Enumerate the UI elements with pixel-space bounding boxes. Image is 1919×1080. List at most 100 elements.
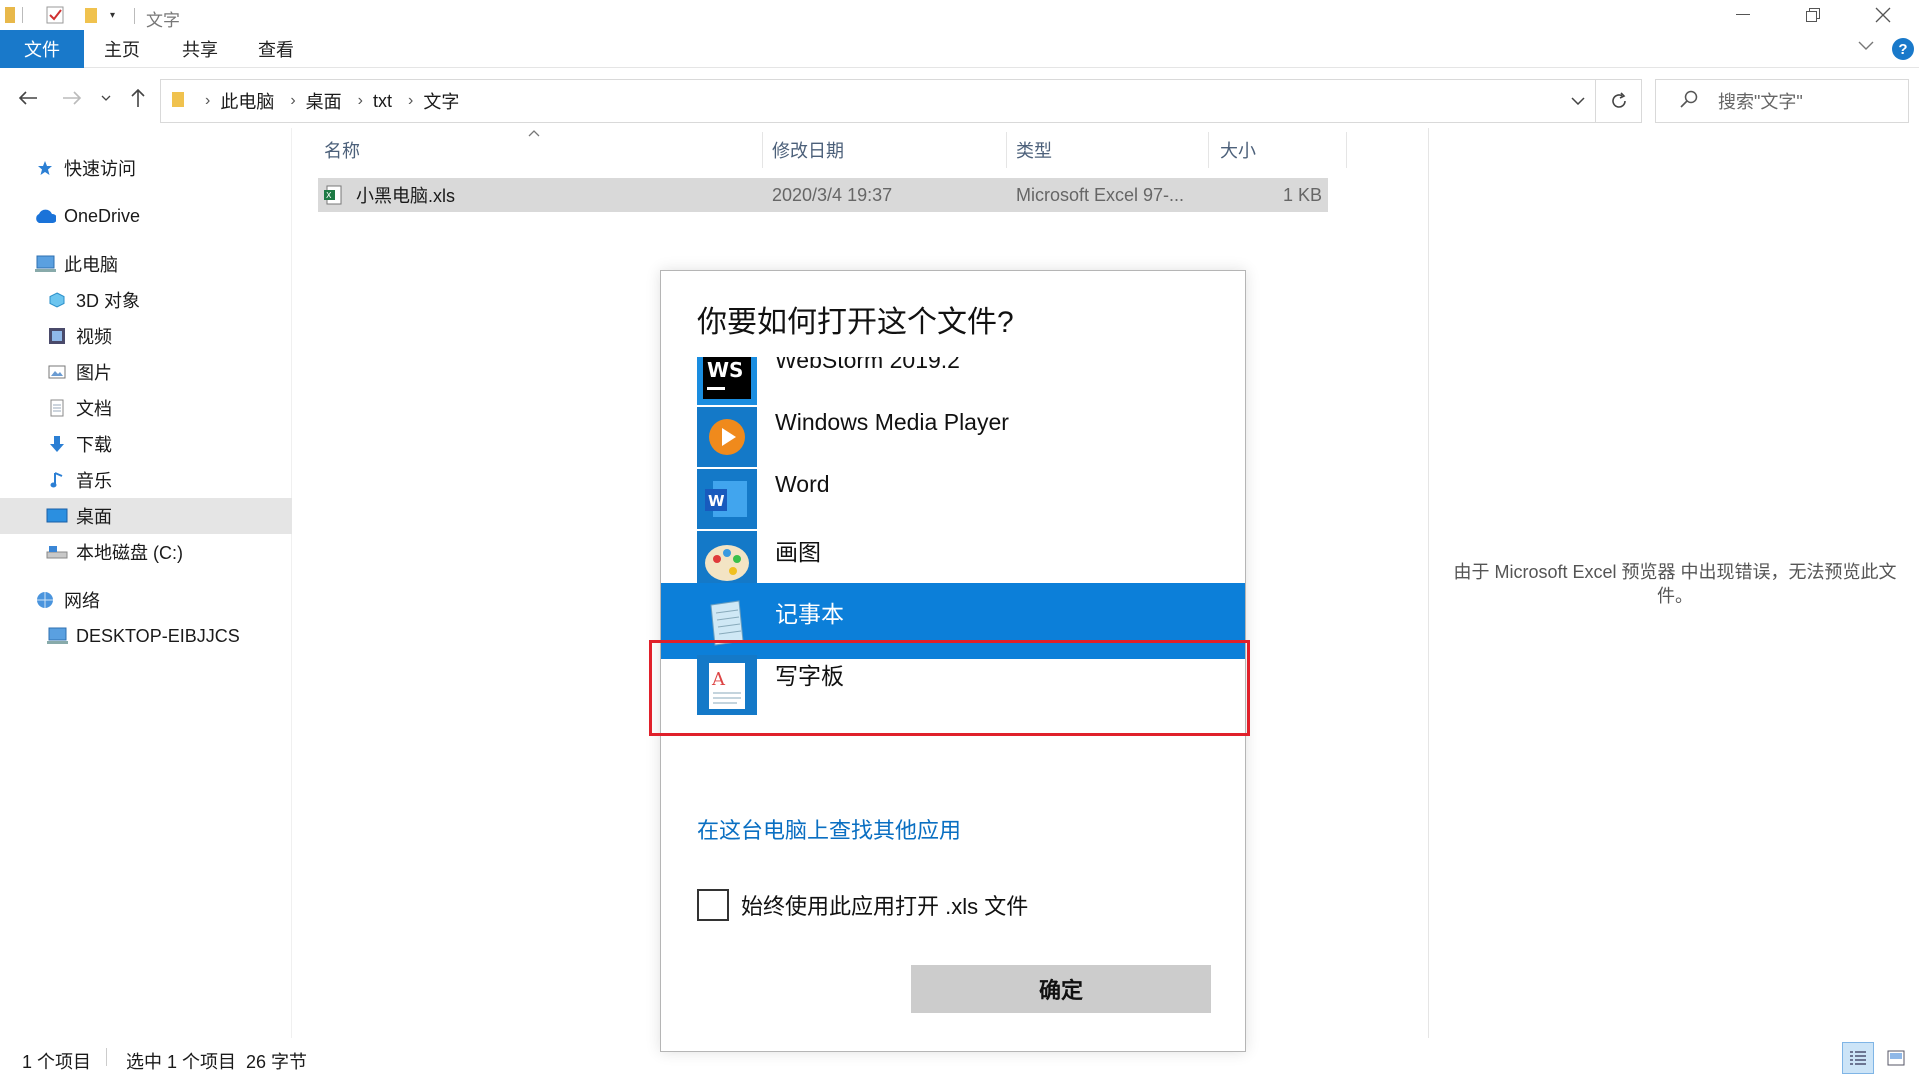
- large-icons-view-icon[interactable]: [1880, 1042, 1912, 1074]
- excel-file-icon: X: [324, 185, 342, 210]
- svg-text:X: X: [326, 191, 332, 200]
- media-player-icon: [697, 407, 757, 467]
- customize-quick-access-icon[interactable]: ▾: [110, 6, 115, 24]
- ok-button[interactable]: 确定: [911, 965, 1211, 1013]
- sidebar-item-label: 3D 对象: [76, 291, 141, 311]
- selection-info: 选中 1 个项目 26 字节: [126, 1052, 308, 1072]
- sort-ascending-icon: [528, 126, 540, 140]
- sidebar-item-label: 桌面: [76, 507, 112, 527]
- sidebar-item-documents[interactable]: 文档: [0, 390, 292, 426]
- document-icon: [46, 399, 68, 417]
- sidebar-item-onedrive[interactable]: OneDrive: [0, 198, 292, 234]
- sidebar-item-music[interactable]: 音乐: [0, 462, 292, 498]
- tab-home[interactable]: 主页: [92, 30, 152, 68]
- sidebar-item-label: 图片: [76, 363, 112, 383]
- always-use-label: 始终使用此应用打开 .xls 文件: [741, 894, 1029, 919]
- app-name: WebStorm 2019.2: [775, 357, 960, 373]
- refresh-button[interactable]: [1596, 79, 1642, 123]
- music-note-icon: [46, 471, 68, 489]
- highlight-box: [649, 640, 1250, 736]
- film-icon: [46, 327, 68, 345]
- tab-view[interactable]: 查看: [246, 30, 306, 68]
- forward-button[interactable]: [56, 82, 88, 114]
- column-header-type[interactable]: 类型: [1016, 132, 1052, 168]
- sidebar-item-label: 下载: [76, 435, 112, 455]
- search-placeholder: 搜索"文字": [1718, 92, 1803, 112]
- app-name: 画图: [775, 539, 821, 565]
- app-name: Word: [775, 471, 830, 497]
- sidebar-item-local-disk[interactable]: 本地磁盘 (C:): [0, 534, 292, 570]
- file-size: 1 KB: [1282, 184, 1322, 205]
- breadcrumb-this-pc[interactable]: 此电脑: [220, 88, 274, 114]
- title-bar: ▾ 文字: [0, 0, 1919, 30]
- address-bar[interactable]: › 此电脑 › 桌面 › txt › 文字: [160, 79, 1596, 123]
- sidebar-item-label: 本地磁盘 (C:): [76, 543, 183, 563]
- computer-icon: [46, 627, 68, 645]
- app-name: Windows Media Player: [775, 409, 1009, 435]
- column-header-size[interactable]: 大小: [1220, 132, 1256, 168]
- sidebar-item-3d-objects[interactable]: 3D 对象: [0, 282, 292, 318]
- folder-icon[interactable]: [4, 6, 16, 24]
- help-icon[interactable]: ?: [1892, 38, 1914, 60]
- column-divider[interactable]: [1208, 132, 1209, 168]
- recent-locations-icon[interactable]: [96, 82, 116, 114]
- minimize-button[interactable]: [1715, 0, 1771, 30]
- details-view-icon[interactable]: [1842, 1042, 1874, 1074]
- column-divider[interactable]: [1346, 132, 1347, 168]
- chevron-right-icon[interactable]: ›: [358, 92, 363, 110]
- app-name: 记事本: [775, 601, 844, 627]
- sidebar-item-downloads[interactable]: 下载: [0, 426, 292, 462]
- desktop-icon: [46, 508, 68, 524]
- file-row[interactable]: X 小黑电脑.xls 2020/3/4 19:37 Microsoft Exce…: [318, 178, 1328, 212]
- item-count: 1 个项目: [22, 1052, 92, 1072]
- column-divider[interactable]: [762, 132, 763, 168]
- chevron-right-icon[interactable]: ›: [205, 92, 210, 110]
- sidebar-item-network[interactable]: 网络: [0, 582, 292, 618]
- download-arrow-icon: [46, 435, 68, 453]
- always-use-checkbox[interactable]: [697, 889, 729, 921]
- up-button[interactable]: [122, 82, 154, 114]
- window-title: 文字: [146, 11, 180, 30]
- back-button[interactable]: [12, 82, 44, 114]
- breadcrumb-txt[interactable]: txt: [373, 91, 392, 112]
- sidebar-item-desktop[interactable]: 桌面: [0, 498, 292, 534]
- file-date: 2020/3/4 19:37: [772, 184, 893, 205]
- file-type: Microsoft Excel 97-...: [1016, 184, 1185, 205]
- tab-share[interactable]: 共享: [170, 30, 230, 68]
- column-header-name[interactable]: 名称: [324, 132, 360, 168]
- tab-file[interactable]: 文件: [0, 30, 84, 68]
- sidebar-item-label: OneDrive: [64, 205, 141, 226]
- chevron-right-icon[interactable]: ›: [290, 92, 295, 110]
- svg-text:WS: WS: [707, 358, 743, 382]
- sidebar-item-this-pc[interactable]: 此电脑: [0, 246, 292, 282]
- drive-icon: [46, 544, 68, 560]
- preview-pane-divider[interactable]: [1428, 128, 1429, 1038]
- properties-icon[interactable]: [46, 6, 64, 24]
- dialog-title: 你要如何打开这个文件?: [697, 306, 1014, 339]
- sidebar-item-desktop-pc[interactable]: DESKTOP-EIBJJCS: [0, 618, 292, 654]
- chevron-right-icon[interactable]: ›: [408, 92, 413, 110]
- column-header-date[interactable]: 修改日期: [772, 132, 844, 168]
- breadcrumb-desktop[interactable]: 桌面: [306, 88, 342, 114]
- sidebar-item-label: DESKTOP-EIBJJCS: [76, 625, 240, 646]
- restore-button[interactable]: [1785, 0, 1841, 30]
- star-icon: [34, 160, 56, 176]
- sidebar-item-quick-access[interactable]: 快速访问: [0, 150, 292, 186]
- search-icon: [1680, 90, 1698, 113]
- divider: [106, 1048, 107, 1066]
- find-more-apps-link[interactable]: 在这台电脑上查找其他应用: [697, 813, 961, 845]
- close-button[interactable]: [1855, 0, 1911, 30]
- breadcrumb-current[interactable]: 文字: [423, 88, 459, 114]
- sidebar-item-videos[interactable]: 视频: [0, 318, 292, 354]
- expand-ribbon-icon[interactable]: [1858, 38, 1874, 56]
- network-icon: [34, 591, 56, 609]
- always-use-checkbox-row[interactable]: 始终使用此应用打开 .xls 文件: [697, 889, 1028, 921]
- sidebar-item-pictures[interactable]: 图片: [0, 354, 292, 390]
- preview-message: 由于 Microsoft Excel 预览器 中出现错误，无法预览此文件。: [1453, 562, 1897, 606]
- chevron-down-icon[interactable]: [1571, 92, 1585, 108]
- new-folder-icon[interactable]: [84, 6, 98, 24]
- search-box[interactable]: 搜索"文字": [1655, 79, 1909, 123]
- word-icon: W: [697, 469, 757, 529]
- column-divider[interactable]: [1006, 132, 1007, 168]
- picture-icon: [46, 365, 68, 379]
